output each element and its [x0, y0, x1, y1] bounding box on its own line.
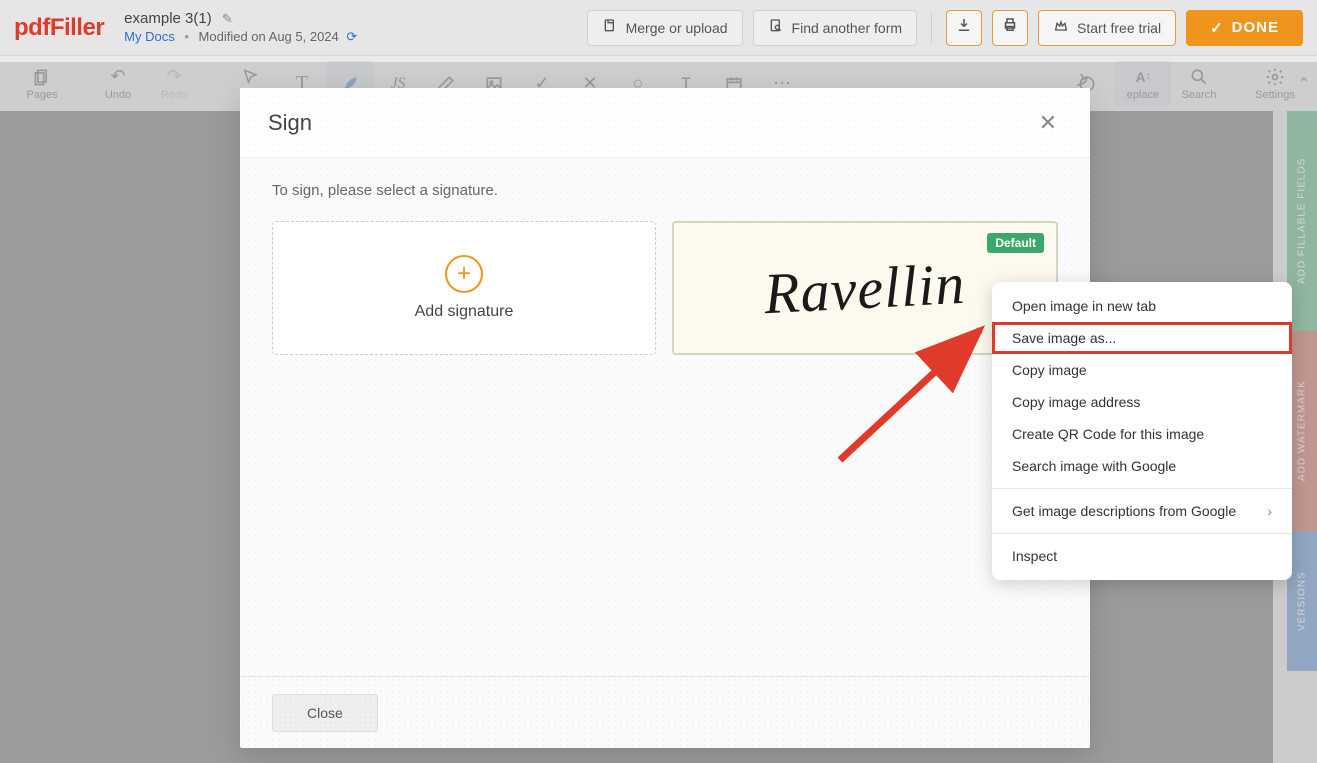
ctx-save-image-as[interactable]: Save image as... [992, 322, 1292, 354]
plus-circle-icon: + [445, 255, 483, 293]
ctx-open-label: Open image in new tab [1012, 298, 1156, 314]
print-icon [1001, 16, 1019, 39]
app-header: pdfFiller example 3(1) ✎ My Docs • Modif… [0, 0, 1317, 55]
find-form-button[interactable]: Find another form [753, 10, 918, 46]
ctx-copy-addr-label: Copy image address [1012, 394, 1140, 410]
ctx-create-qr[interactable]: Create QR Code for this image [992, 418, 1292, 450]
sign-modal: Sign ✕ To sign, please select a signatur… [240, 88, 1090, 748]
add-signature-card[interactable]: + Add signature [272, 221, 656, 355]
search-document-icon [768, 18, 784, 37]
sign-instruction: To sign, please select a signature. [272, 182, 1058, 199]
ctx-desc-label: Get image descriptions from Google [1012, 503, 1236, 519]
modal-body: To sign, please select a signature. + Ad… [240, 158, 1090, 379]
document-name: example 3(1) [124, 10, 212, 27]
download-icon [955, 16, 973, 39]
merge-upload-button[interactable]: Merge or upload [587, 10, 743, 46]
signature-row: + Add signature Default Ravellin ✎ [272, 221, 1058, 355]
done-label: DONE [1232, 19, 1279, 36]
document-icon [602, 18, 618, 37]
ctx-copy-image[interactable]: Copy image [992, 354, 1292, 386]
ctx-inspect-label: Inspect [1012, 548, 1057, 564]
modal-title: Sign [268, 110, 312, 136]
close-icon: ✕ [1039, 110, 1057, 136]
download-button[interactable] [946, 10, 982, 46]
signature-image: Ravellin [763, 249, 967, 326]
ctx-get-descriptions[interactable]: Get image descriptions from Google › [992, 495, 1292, 527]
ctx-open-new-tab[interactable]: Open image in new tab [992, 290, 1292, 322]
rename-icon[interactable]: ✎ [222, 11, 233, 26]
ctx-copy-label: Copy image [1012, 362, 1087, 378]
done-button[interactable]: ✓ DONE [1186, 10, 1303, 46]
ctx-separator [992, 488, 1292, 489]
modified-text: Modified on Aug 5, 2024 [199, 29, 339, 44]
find-label: Find another form [792, 20, 903, 36]
add-signature-label: Add signature [415, 303, 514, 321]
modal-footer: Close [240, 676, 1090, 748]
chevron-right-icon: › [1267, 503, 1272, 519]
crown-icon [1053, 18, 1069, 37]
ctx-save-label: Save image as... [1012, 330, 1116, 346]
document-title-block: example 3(1) ✎ My Docs • Modified on Aug… [124, 10, 357, 45]
modal-header: Sign ✕ [240, 88, 1090, 158]
ctx-qr-label: Create QR Code for this image [1012, 426, 1204, 442]
start-trial-button[interactable]: Start free trial [1038, 10, 1176, 46]
print-button[interactable] [992, 10, 1028, 46]
document-title[interactable]: example 3(1) ✎ [124, 10, 357, 27]
close-button[interactable]: Close [272, 694, 378, 732]
breadcrumb-link[interactable]: My Docs [124, 29, 175, 44]
ctx-separator [992, 533, 1292, 534]
brand-logo: pdfFiller [14, 14, 104, 42]
check-icon: ✓ [1210, 19, 1224, 37]
document-subline: My Docs • Modified on Aug 5, 2024 ⟳ [124, 29, 357, 45]
context-menu: Open image in new tab Save image as... C… [992, 282, 1292, 580]
separator-dot: • [184, 29, 189, 44]
ctx-copy-address[interactable]: Copy image address [992, 386, 1292, 418]
trial-label: Start free trial [1077, 20, 1161, 36]
modal-close-button[interactable]: ✕ [1034, 109, 1062, 137]
close-label: Close [307, 705, 343, 721]
merge-label: Merge or upload [626, 20, 728, 36]
ctx-search-google[interactable]: Search image with Google [992, 450, 1292, 482]
default-badge: Default [987, 233, 1044, 253]
history-icon[interactable]: ⟳ [346, 29, 357, 44]
ctx-search-label: Search image with Google [1012, 458, 1176, 474]
divider [931, 13, 932, 43]
ctx-inspect[interactable]: Inspect [992, 540, 1292, 572]
header-actions: Merge or upload Find another form Start … [587, 10, 1303, 46]
